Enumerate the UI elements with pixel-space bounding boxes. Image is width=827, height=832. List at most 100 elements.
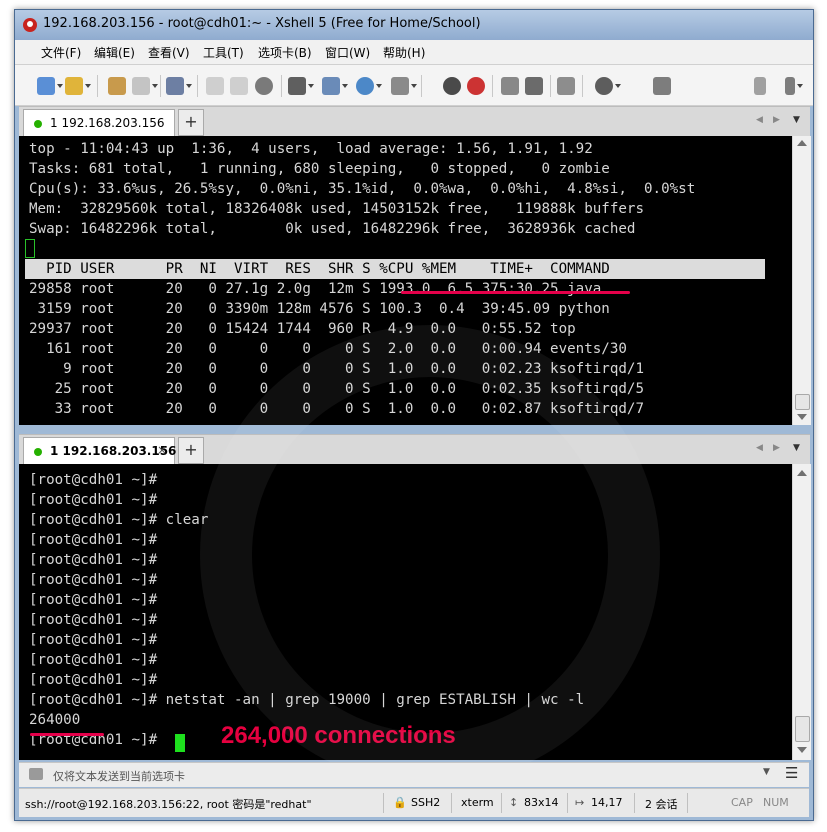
status-cursor: 14,17 [591, 796, 623, 809]
menu-window[interactable]: 窗口(W) [325, 44, 370, 61]
menu-bar: 文件(F) 编辑(E) 查看(V) 工具(T) 选项卡(B) 窗口(W) 帮助(… [15, 40, 813, 65]
process-header: PID USER PR NI VIRT RES SHR S %CPU %MEM … [25, 259, 765, 279]
process-row: 33 root 20 0 0 0 0 S 1.0 0.0 0:02.87 kso… [29, 401, 644, 417]
process-row: 25 root 20 0 0 0 0 S 1.0 0.0 0:02.35 kso… [29, 381, 644, 397]
scroll-thumb[interactable] [795, 716, 810, 742]
keyboard-icon[interactable] [557, 77, 575, 95]
compose-icon [29, 768, 43, 780]
toolbar [15, 65, 813, 106]
paste-icon[interactable] [230, 77, 248, 95]
scroll-down-icon[interactable] [797, 747, 807, 753]
menu-view[interactable]: 查看(V) [148, 44, 190, 61]
top-tab-bar: 1 192.168.203.156 + ◀ ▶ ▼ [19, 106, 810, 137]
copy-icon[interactable] [206, 77, 224, 95]
status-size: 83x14 [524, 796, 559, 809]
status-caps: CAP [731, 796, 753, 809]
connected-dot-icon [34, 120, 42, 128]
scroll-down-icon[interactable] [797, 414, 807, 420]
compose-bar[interactable]: 仅将文本发送到当前选项卡 ▼ ☰ [19, 762, 809, 787]
compose-icon[interactable] [653, 77, 671, 95]
output-highlight [30, 733, 104, 736]
terminal-cursor [175, 734, 185, 752]
terminal-line: [root@cdh01 ~]# [29, 532, 158, 548]
transfer-icon[interactable] [322, 77, 348, 95]
xshell-window: 192.168.203.156 - root@cdh01:~ - Xshell … [14, 9, 814, 821]
menu-help[interactable]: 帮助(H) [383, 44, 425, 61]
tab-scroll-left-icon[interactable]: ◀ [756, 115, 763, 125]
terminal-line: Swap: 16482296k total, 0k used, 16482296… [29, 221, 636, 237]
find-icon[interactable] [255, 77, 273, 95]
terminal-line: [root@cdh01 ~]# [29, 632, 158, 648]
tab-menu-icon[interactable]: ▼ [793, 443, 800, 453]
lock-icon[interactable] [525, 77, 543, 95]
title-bar[interactable]: 192.168.203.156 - root@cdh01:~ - Xshell … [15, 10, 813, 40]
font-icon[interactable] [391, 77, 417, 95]
compose-dropdown-icon[interactable]: ▼ [763, 767, 770, 777]
tab-scroll-left-icon[interactable]: ◀ [756, 443, 763, 453]
properties-icon[interactable] [166, 77, 192, 95]
cursor-pos-icon: ↦ [575, 796, 585, 809]
menu-tabs[interactable]: 选项卡(B) [258, 44, 312, 61]
terminal-line: [root@cdh01 ~]# [29, 472, 158, 488]
terminal-line: [root@cdh01 ~]# netstat -an | grep 19000… [29, 692, 585, 708]
bottom-scrollbar[interactable] [792, 464, 811, 760]
status-sessions: 2 会话 [645, 798, 678, 811]
xftp-icon[interactable] [443, 77, 461, 95]
toolbar-overflow-icon[interactable] [785, 77, 803, 95]
scroll-up-icon[interactable] [797, 140, 807, 146]
tab-scroll-right-icon[interactable]: ▶ [773, 115, 780, 125]
terminal-line: [root@cdh01 ~]# [29, 492, 158, 508]
help-icon[interactable] [595, 77, 621, 95]
scroll-thumb[interactable] [795, 394, 810, 410]
terminal-line: [root@cdh01 ~]# [29, 652, 158, 668]
compose-placeholder: 仅将文本发送到当前选项卡 [53, 770, 185, 783]
bottom-tab-bar: 1 192.168.203.156 × + ◀ ▶ ▼ [19, 434, 810, 465]
process-row: 29937 root 20 0 15424 1744 960 R 4.9 0.0… [29, 321, 576, 337]
close-toolbar-icon[interactable] [754, 77, 766, 95]
menu-file[interactable]: 文件(F) [41, 44, 81, 61]
top-scrollbar[interactable] [792, 136, 811, 425]
reconnect-icon[interactable] [108, 77, 126, 95]
bottom-terminal[interactable]: [root@cdh01 ~]# [root@cdh01 ~]# [root@cd… [19, 464, 792, 760]
top-terminal[interactable]: top - 11:04:43 up 1:36, 4 users, load av… [19, 136, 792, 425]
menu-edit[interactable]: 编辑(E) [94, 44, 135, 61]
status-protocol: SSH2 [411, 796, 441, 809]
terminal-line: Cpu(s): 33.6%us, 26.5%sy, 0.0%ni, 35.1%i… [29, 181, 696, 197]
disconnect-icon[interactable] [132, 77, 158, 95]
terminal-line: [root@cdh01 ~]# [29, 572, 158, 588]
tab-scroll-right-icon[interactable]: ▶ [773, 443, 780, 453]
java-cpu-highlight [401, 291, 630, 294]
status-num: NUM [763, 796, 789, 809]
terminal-line: top - 11:04:43 up 1:36, 4 users, load av… [29, 141, 593, 157]
process-row: 9 root 20 0 0 0 0 S 1.0 0.0 0:02.23 ksof… [29, 361, 644, 377]
process-row: 3159 root 20 0 3390m 128m 4576 S 100.3 0… [29, 301, 610, 317]
compose-menu-icon[interactable]: ☰ [785, 764, 798, 782]
new-session-icon[interactable] [37, 77, 63, 95]
connected-dot-icon [34, 448, 42, 456]
add-tab-button[interactable]: + [178, 437, 204, 464]
terminal-line: [root@cdh01 ~]# clear [29, 512, 209, 528]
terminal-line: [root@cdh01 ~]# [29, 552, 158, 568]
window-title: 192.168.203.156 - root@cdh01:~ - Xshell … [43, 16, 481, 31]
command-output: 264000 [29, 712, 81, 728]
status-connection: ssh://root@192.168.203.156:22, root 密码是"… [25, 798, 312, 811]
menu-tools[interactable]: 工具(T) [203, 44, 244, 61]
print-icon[interactable] [288, 77, 314, 95]
tab-session-top[interactable]: 1 192.168.203.156 [23, 109, 175, 137]
xmanager-icon[interactable] [467, 77, 485, 95]
add-tab-button[interactable]: + [178, 109, 204, 136]
status-bar: ssh://root@192.168.203.156:22, root 密码是"… [19, 788, 809, 817]
status-term: xterm [461, 796, 494, 809]
fullscreen-icon[interactable] [501, 77, 519, 95]
tab-session-bottom[interactable]: 1 192.168.203.156 × [23, 437, 176, 465]
open-folder-icon[interactable] [65, 77, 91, 95]
terminal-line: [root@cdh01 ~]# [29, 672, 158, 688]
process-row: 29858 root 20 0 27.1g 2.0g 12m S 1993.0 … [29, 281, 602, 297]
scroll-up-icon[interactable] [797, 470, 807, 476]
close-tab-icon[interactable]: × [157, 443, 167, 457]
terminal-line: Tasks: 681 total, 1 running, 680 sleepin… [29, 161, 610, 177]
size-icon: ↕ [509, 796, 519, 809]
tab-menu-icon[interactable]: ▼ [793, 115, 800, 125]
connections-annotation: 264,000 connections [221, 722, 456, 749]
globe-icon[interactable] [356, 77, 382, 95]
